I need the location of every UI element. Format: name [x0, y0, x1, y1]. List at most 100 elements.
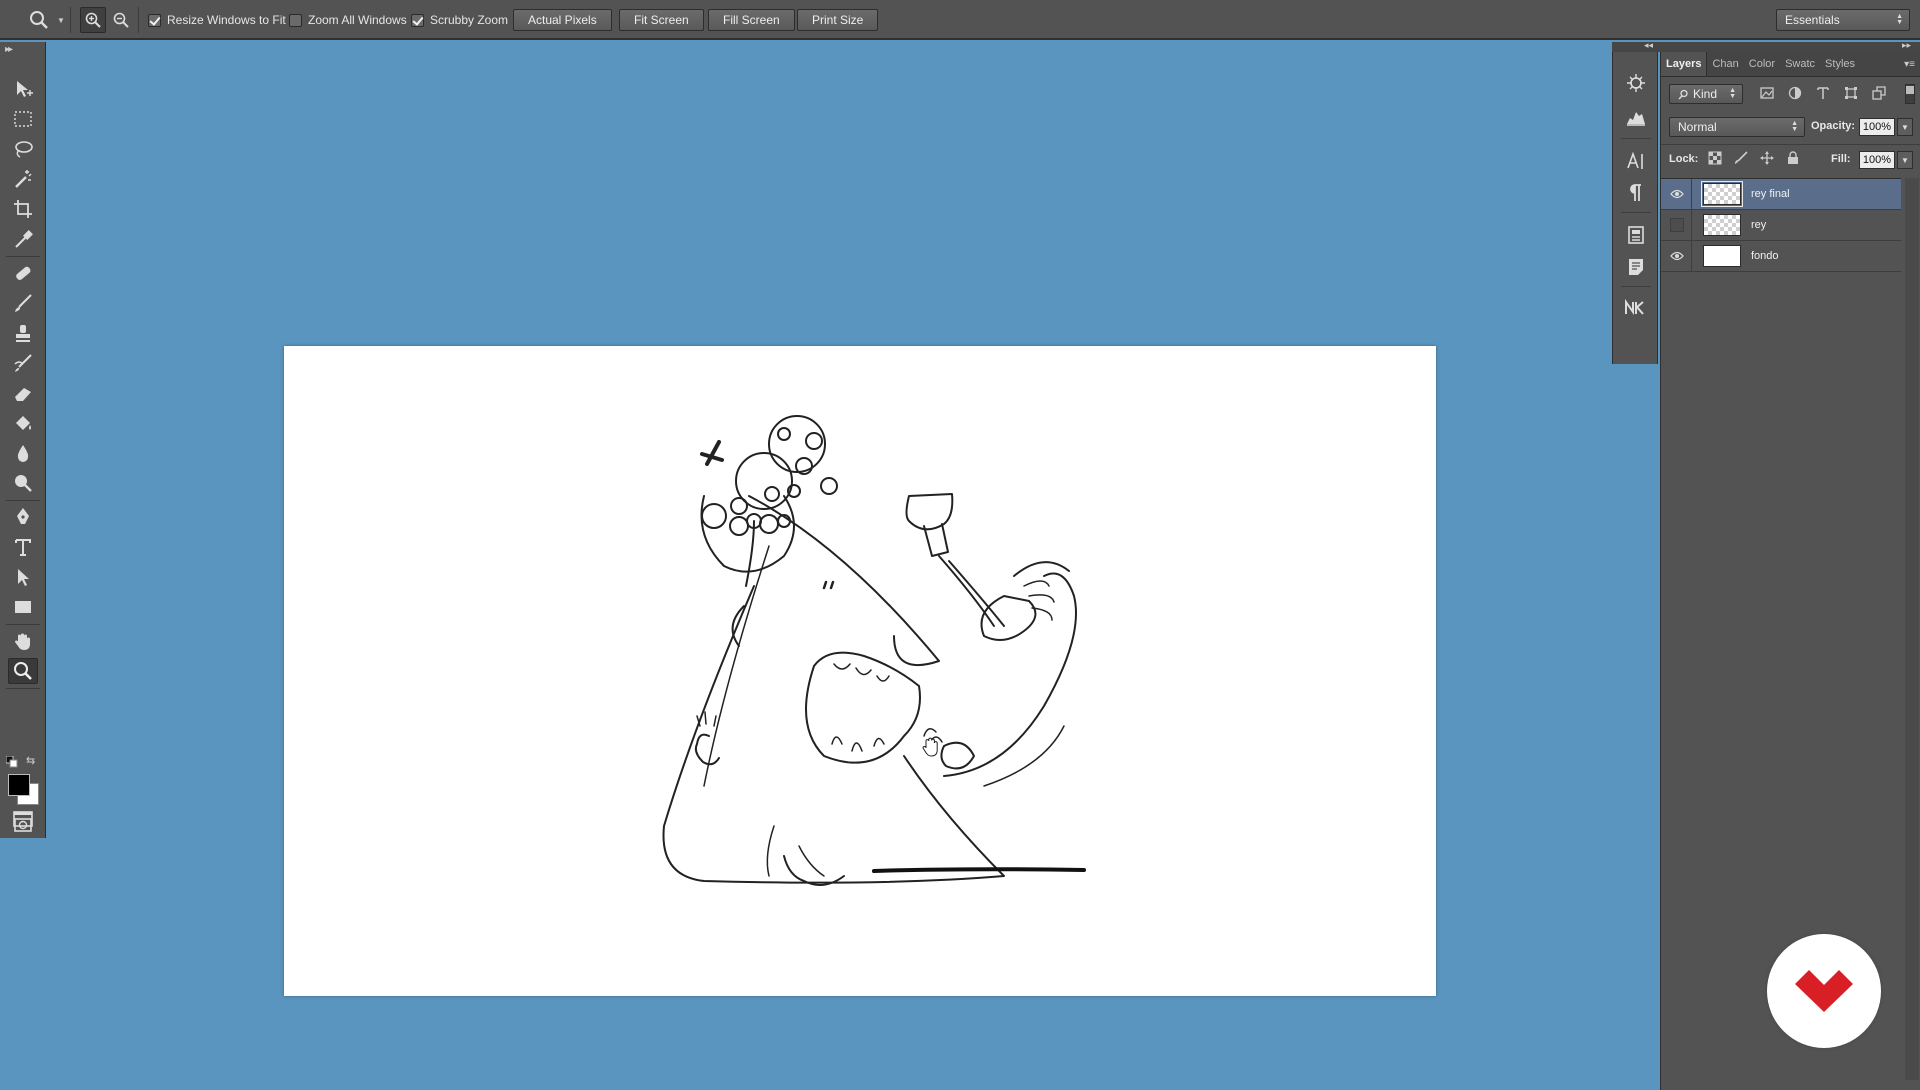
- visibility-eye-icon[interactable]: [1669, 186, 1685, 202]
- path-selection-tool-icon: [18, 569, 29, 586]
- path-selection-tool[interactable]: [8, 564, 38, 590]
- layers-scrollbar[interactable]: [1905, 178, 1919, 1080]
- marquee-tool[interactable]: [8, 106, 38, 132]
- resize-windows-checkbox[interactable]: Resize Windows to Fit: [148, 0, 286, 40]
- marquee-tool-icon: [14, 111, 32, 127]
- histogram-panel-icon[interactable]: [1623, 104, 1649, 130]
- paragraph-panel-icon[interactable]: [1623, 180, 1649, 206]
- eraser-tool[interactable]: [8, 380, 38, 406]
- screen-mode-button[interactable]: [8, 806, 38, 832]
- paint-bucket-tool[interactable]: [8, 410, 38, 436]
- zoom-tool-preset-icon[interactable]: [28, 0, 50, 40]
- layer-name[interactable]: rey final: [1751, 188, 1790, 200]
- properties-panel-icon[interactable]: [1623, 222, 1649, 248]
- tab-swatches[interactable]: Swatc: [1780, 52, 1820, 76]
- zoom-all-windows-checkbox[interactable]: Zoom All Windows: [289, 0, 407, 40]
- pen-tool-icon: [17, 508, 29, 524]
- navigator-panel-icon[interactable]: [1623, 70, 1649, 96]
- crop-tool-icon: [14, 200, 32, 218]
- character-panel-icon[interactable]: [1623, 148, 1649, 174]
- layer-row-rey[interactable]: rey: [1661, 210, 1901, 241]
- fill-slider-toggle[interactable]: ▼: [1897, 151, 1913, 169]
- filter-adjustment-layers-icon[interactable]: [1785, 82, 1805, 104]
- resize-windows-label: Resize Windows to Fit: [167, 13, 286, 27]
- resize-windows-checkbox-box[interactable]: [148, 13, 161, 27]
- move-tool[interactable]: [8, 76, 38, 102]
- lock-position-icon[interactable]: [1759, 150, 1775, 166]
- notes-panel-icon[interactable]: [1623, 254, 1649, 280]
- eyedropper-tool[interactable]: [8, 226, 38, 252]
- zoom-in-icon[interactable]: [80, 0, 106, 40]
- filter-shape-layers-icon[interactable]: [1841, 82, 1861, 104]
- scrubby-zoom-checkbox-box[interactable]: [411, 13, 424, 27]
- foreground-color-swatch[interactable]: [8, 774, 30, 796]
- pen-tool[interactable]: [8, 504, 38, 530]
- tab-layers[interactable]: Layers: [1661, 52, 1708, 76]
- dodge-tool[interactable]: [8, 470, 38, 496]
- clone-stamp-tool[interactable]: [8, 320, 38, 346]
- filter-pixel-layers-icon[interactable]: [1757, 82, 1777, 104]
- brush-tool[interactable]: [8, 290, 38, 316]
- filter-type-layers-icon[interactable]: [1813, 82, 1833, 104]
- collapse-left-icon[interactable]: ◂◂: [1644, 40, 1653, 51]
- fill-screen-button[interactable]: Fill Screen: [708, 9, 795, 31]
- rectangle-tool[interactable]: [8, 594, 38, 620]
- tab-color[interactable]: Color: [1744, 52, 1780, 76]
- healing-brush-tool[interactable]: [8, 260, 38, 286]
- lasso-tool[interactable]: [8, 136, 38, 162]
- rectangle-tool-icon: [15, 601, 31, 613]
- blend-mode-label: Normal: [1678, 120, 1717, 134]
- default-colors-icon[interactable]: [5, 755, 18, 771]
- brand-logo-icon: [1795, 970, 1853, 1012]
- workspace-switcher[interactable]: Essentials ▲ ▼: [1776, 9, 1910, 31]
- hand-tool[interactable]: [8, 628, 38, 654]
- layer-row-fondo[interactable]: fondo: [1661, 241, 1901, 272]
- lock-transparent-pixels-icon[interactable]: [1707, 150, 1723, 166]
- brush-tool-icon: [15, 294, 32, 312]
- zoom-tool[interactable]: [8, 658, 38, 684]
- fit-screen-button[interactable]: Fit Screen: [619, 9, 704, 31]
- type-tool[interactable]: [8, 534, 38, 560]
- layers-panel: Layers Chan Color Swatc Styles ▾≡ Kind ▲…: [1660, 52, 1920, 1090]
- tab-channels[interactable]: Chan: [1707, 52, 1743, 76]
- magic-wand-tool-icon: [15, 170, 32, 188]
- workspace-label: Essentials: [1785, 13, 1840, 27]
- plugin-panel-icon[interactable]: [1623, 296, 1649, 322]
- zoom-all-windows-checkbox-box[interactable]: [289, 13, 302, 27]
- document-canvas[interactable]: [284, 346, 1436, 996]
- screen-mode-icon: [13, 811, 33, 827]
- collapse-toolbar-icon[interactable]: ▸▸: [5, 44, 13, 55]
- layer-name[interactable]: rey: [1751, 219, 1766, 231]
- layer-row-rey-final[interactable]: rey final: [1661, 179, 1901, 210]
- fill-input[interactable]: 100%: [1859, 151, 1895, 169]
- filter-toggle-switch[interactable]: [1905, 84, 1915, 104]
- options-bar: ▼ Resize Windows to Fit Zoom All Windows…: [0, 0, 1920, 40]
- print-size-button[interactable]: Print Size: [797, 9, 879, 31]
- opacity-input[interactable]: 100%: [1859, 118, 1895, 136]
- actual-pixels-button[interactable]: Actual Pixels: [513, 9, 612, 31]
- preset-dropdown-icon[interactable]: ▼: [57, 0, 65, 40]
- swap-colors-icon[interactable]: ⇆: [26, 754, 35, 767]
- lock-all-icon[interactable]: [1785, 150, 1801, 166]
- magic-wand-tool[interactable]: [8, 166, 38, 192]
- hand-cursor-icon: [922, 737, 938, 757]
- visibility-toggle-hidden[interactable]: [1670, 218, 1684, 232]
- layer-filter-kind-select[interactable]: Kind ▲ ▼: [1669, 84, 1743, 104]
- blur-tool[interactable]: [8, 440, 38, 466]
- panel-menu-icon[interactable]: ▾≡: [1898, 52, 1920, 76]
- lock-image-pixels-icon[interactable]: [1733, 150, 1749, 166]
- blend-mode-select[interactable]: Normal ▲ ▼: [1669, 117, 1805, 137]
- crop-tool[interactable]: [8, 196, 38, 222]
- visibility-eye-icon[interactable]: [1669, 248, 1685, 264]
- zoom-out-icon[interactable]: [112, 0, 130, 40]
- tools-panel: ▸▸ ⇆: [0, 42, 46, 838]
- layer-name[interactable]: fondo: [1751, 250, 1779, 262]
- scrubby-zoom-checkbox[interactable]: Scrubby Zoom: [411, 0, 508, 40]
- collapse-right-icon[interactable]: ▸▸: [1902, 40, 1911, 51]
- zoom-tool-icon: [14, 662, 32, 680]
- filter-smart-object-icon[interactable]: [1869, 82, 1889, 104]
- tab-styles[interactable]: Styles: [1820, 52, 1860, 76]
- opacity-slider-toggle[interactable]: ▼: [1897, 118, 1913, 136]
- history-brush-tool[interactable]: [8, 350, 38, 376]
- panel-dock-header: ◂◂ ▸▸: [1612, 40, 1920, 52]
